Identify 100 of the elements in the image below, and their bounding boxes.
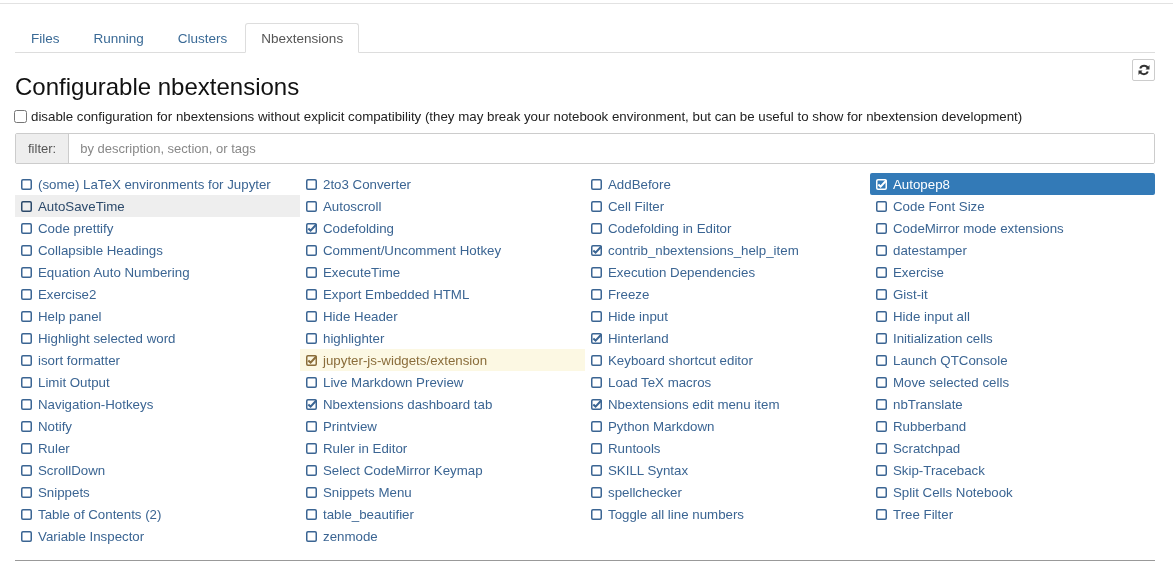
extension-item[interactable]: nbTranslate	[870, 393, 1155, 415]
extension-item[interactable]: Freeze	[585, 283, 870, 305]
checkbox-icon[interactable]	[21, 310, 32, 322]
tab[interactable]: Files	[15, 23, 76, 53]
extension-item[interactable]: Runtools	[585, 437, 870, 459]
extension-item[interactable]: ScrollDown	[15, 459, 300, 481]
checkbox-icon[interactable]	[306, 288, 317, 300]
checkbox-icon[interactable]	[21, 354, 32, 366]
extension-item[interactable]: Split Cells Notebook	[870, 481, 1155, 503]
tab[interactable]: Nbextensions	[245, 23, 360, 53]
extension-item[interactable]: Autoscroll	[300, 195, 585, 217]
checkbox-icon[interactable]	[306, 266, 317, 278]
extension-item[interactable]: Snippets Menu	[300, 481, 585, 503]
extension-item[interactable]: Scratchpad	[870, 437, 1155, 459]
extension-item[interactable]: Highlight selected word	[15, 327, 300, 349]
extension-item[interactable]: AddBefore	[585, 173, 870, 195]
extension-item[interactable]: Execution Dependencies	[585, 261, 870, 283]
extension-item[interactable]: AutoSaveTime	[15, 195, 300, 217]
extension-item[interactable]: Notify	[15, 415, 300, 437]
checkbox-icon[interactable]	[876, 244, 887, 256]
checkbox-icon[interactable]	[306, 200, 317, 212]
checkbox-icon[interactable]	[876, 200, 887, 212]
checkbox-icon[interactable]	[876, 376, 887, 388]
checkbox-icon[interactable]	[21, 266, 32, 278]
checkbox-icon[interactable]	[591, 464, 602, 476]
extension-item[interactable]: Tree Filter	[870, 503, 1155, 525]
extension-item[interactable]: Autopep8	[870, 173, 1155, 195]
checkbox-icon[interactable]	[876, 332, 887, 344]
extension-item[interactable]: Hide input all	[870, 305, 1155, 327]
checkbox-icon[interactable]	[21, 508, 32, 520]
extension-item[interactable]: Load TeX macros	[585, 371, 870, 393]
checked-box-icon[interactable]	[591, 332, 602, 344]
extension-item[interactable]: Code prettify	[15, 217, 300, 239]
extension-item[interactable]: Codefolding	[300, 217, 585, 239]
extension-item[interactable]: Table of Contents (2)	[15, 503, 300, 525]
checkbox-icon[interactable]	[306, 332, 317, 344]
checked-box-icon[interactable]	[591, 398, 602, 410]
extension-item[interactable]: Exercise2	[15, 283, 300, 305]
checkbox-icon[interactable]	[306, 420, 317, 432]
checkbox-icon[interactable]	[876, 266, 887, 278]
checkbox-icon[interactable]	[21, 464, 32, 476]
extension-item[interactable]: isort formatter	[15, 349, 300, 371]
checkbox-icon[interactable]	[591, 310, 602, 322]
refresh-button[interactable]	[1132, 59, 1155, 81]
extension-item[interactable]: highlighter	[300, 327, 585, 349]
extension-item[interactable]: Equation Auto Numbering	[15, 261, 300, 283]
extension-item[interactable]: Variable Inspector	[15, 525, 300, 547]
checkbox-icon[interactable]	[306, 178, 317, 190]
extension-item[interactable]: Printview	[300, 415, 585, 437]
checkbox-icon[interactable]	[876, 310, 887, 322]
checkbox-icon[interactable]	[21, 442, 32, 454]
extension-item[interactable]: Code Font Size	[870, 195, 1155, 217]
checkbox-icon[interactable]	[306, 310, 317, 322]
extension-item[interactable]: Live Markdown Preview	[300, 371, 585, 393]
checkbox-icon[interactable]	[591, 486, 602, 498]
checkbox-icon[interactable]	[591, 354, 602, 366]
extension-item[interactable]: Comment/Uncomment Hotkey	[300, 239, 585, 261]
checkbox-icon[interactable]	[21, 222, 32, 234]
extension-item[interactable]: jupyter-js-widgets/extension	[300, 349, 585, 371]
extension-item[interactable]: Cell Filter	[585, 195, 870, 217]
checkbox-icon[interactable]	[876, 354, 887, 366]
checkbox-icon[interactable]	[21, 288, 32, 300]
checkbox-icon[interactable]	[21, 200, 32, 212]
extension-item[interactable]: Collapsible Headings	[15, 239, 300, 261]
checkbox-icon[interactable]	[591, 376, 602, 388]
checkbox-icon[interactable]	[876, 486, 887, 498]
checkbox-icon[interactable]	[591, 288, 602, 300]
extension-item[interactable]: Toggle all line numbers	[585, 503, 870, 525]
extension-item[interactable]: Limit Output	[15, 371, 300, 393]
extension-item[interactable]: datestamper	[870, 239, 1155, 261]
checkbox-icon[interactable]	[876, 420, 887, 432]
extension-item[interactable]: Hide input	[585, 305, 870, 327]
checked-box-icon[interactable]	[306, 354, 317, 366]
extension-item[interactable]: Keyboard shortcut editor	[585, 349, 870, 371]
checkbox-icon[interactable]	[21, 486, 32, 498]
extension-item[interactable]: spellchecker	[585, 481, 870, 503]
checkbox-icon[interactable]	[876, 222, 887, 234]
checkbox-icon[interactable]	[876, 464, 887, 476]
checkbox-icon[interactable]	[876, 508, 887, 520]
checkbox-icon[interactable]	[876, 288, 887, 300]
checkbox-icon[interactable]	[591, 222, 602, 234]
tab[interactable]: Running	[77, 23, 160, 53]
checked-box-icon[interactable]	[306, 398, 317, 410]
extension-item[interactable]: Ruler	[15, 437, 300, 459]
checkbox-icon[interactable]	[591, 442, 602, 454]
checkbox-icon[interactable]	[21, 244, 32, 256]
extension-item[interactable]: Codefolding in Editor	[585, 217, 870, 239]
extension-item[interactable]: Nbextensions edit menu item	[585, 393, 870, 415]
checked-box-icon[interactable]	[591, 244, 602, 256]
extension-item[interactable]: contrib_nbextensions_help_item	[585, 239, 870, 261]
extension-item[interactable]: Navigation-Hotkeys	[15, 393, 300, 415]
extension-item[interactable]: Python Markdown	[585, 415, 870, 437]
extension-item[interactable]: Export Embedded HTML	[300, 283, 585, 305]
checkbox-icon[interactable]	[306, 530, 317, 542]
extension-item[interactable]: table_beautifier	[300, 503, 585, 525]
checkbox-icon[interactable]	[591, 178, 602, 190]
extension-item[interactable]: zenmode	[300, 525, 585, 547]
extension-item[interactable]: Rubberband	[870, 415, 1155, 437]
extension-item[interactable]: 2to3 Converter	[300, 173, 585, 195]
checked-box-icon[interactable]	[306, 222, 317, 234]
